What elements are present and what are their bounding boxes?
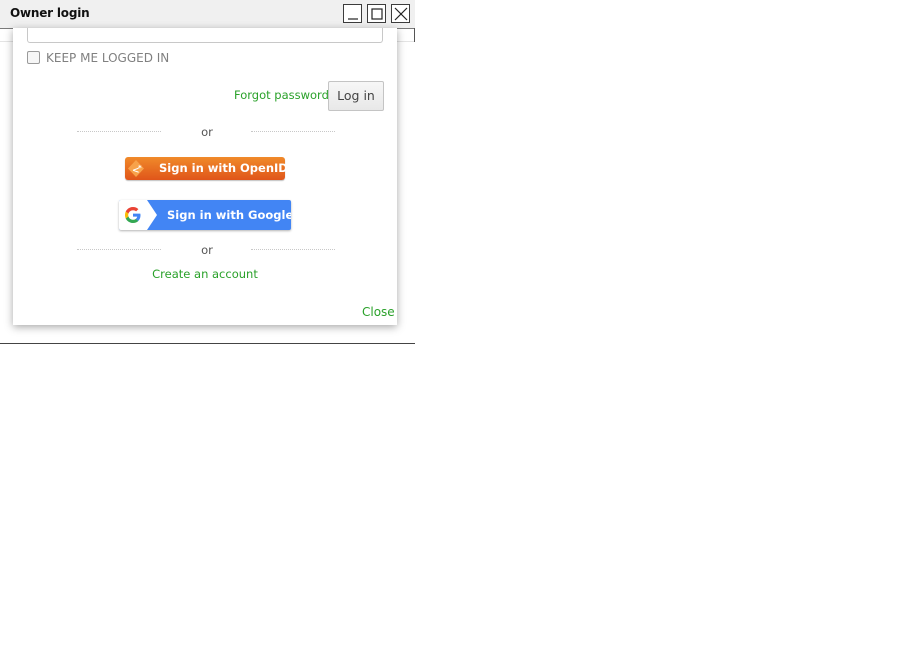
separator-or: or (201, 243, 213, 257)
password-field[interactable] (27, 28, 383, 43)
login-dialog: KEEP ME LOGGED IN Forgot password Log in… (13, 28, 397, 325)
svg-text:*: * (138, 164, 142, 172)
minimize-icon (348, 18, 358, 20)
google-signin-button[interactable]: Sign in with Google (119, 200, 291, 230)
maximize-button[interactable] (367, 4, 386, 23)
window-title: Owner login (10, 6, 90, 20)
page-bottom-border (0, 343, 415, 344)
keep-logged-in-checkbox[interactable] (27, 51, 40, 64)
close-dialog-link[interactable]: Close (362, 305, 395, 319)
close-icon (394, 7, 408, 21)
title-bar[interactable]: Owner login (0, 0, 415, 29)
separator-or: or (201, 125, 213, 139)
google-g-icon (119, 200, 157, 230)
separator-line (77, 249, 161, 250)
separator-line (77, 131, 161, 132)
openid-signin-label: Sign in with OpenID (159, 161, 288, 175)
minimize-button[interactable] (343, 4, 362, 23)
keep-logged-in-label[interactable]: KEEP ME LOGGED IN (46, 51, 169, 65)
separator-line (251, 249, 335, 250)
login-button[interactable]: Log in (328, 81, 384, 111)
create-account-link[interactable]: Create an account (13, 267, 397, 281)
page-edge (414, 28, 415, 42)
openid-signin-button[interactable]: < * Sign in with OpenID (125, 157, 288, 180)
openid-icon: < * (128, 160, 144, 177)
forgot-password-link[interactable]: Forgot password (234, 88, 329, 102)
maximize-icon (371, 8, 383, 20)
login-window: Owner login KEEP ME LOGGED IN Forgot pas… (0, 0, 415, 345)
separator-line (251, 131, 335, 132)
close-window-button[interactable] (391, 4, 410, 23)
google-signin-label: Sign in with Google (167, 208, 291, 222)
